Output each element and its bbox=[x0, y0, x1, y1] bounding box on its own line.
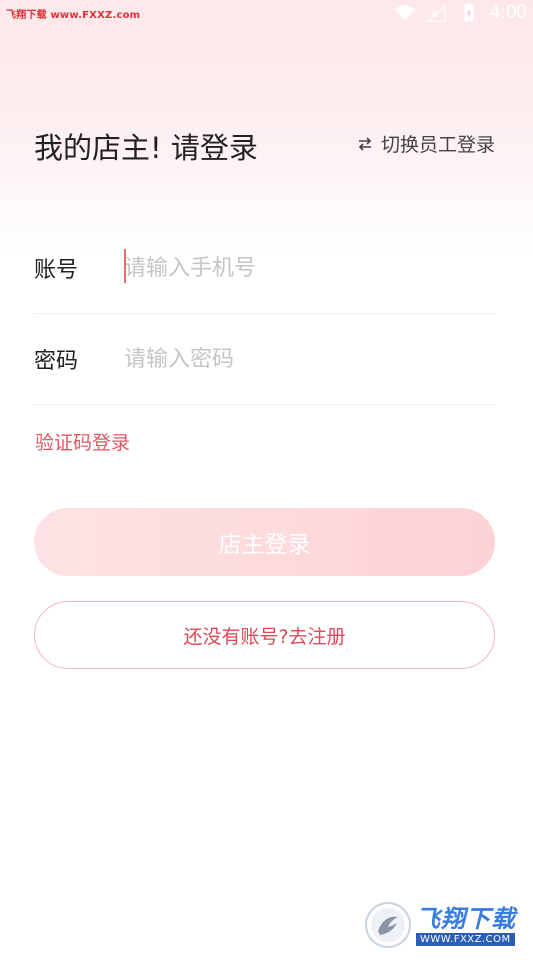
wifi-icon bbox=[394, 5, 416, 22]
password-row: 密码 bbox=[34, 314, 495, 405]
swap-arrows-icon bbox=[358, 136, 372, 151]
watermark-text: 飞翔下载 WWW.FXXZ.COM bbox=[416, 905, 516, 946]
watermark: 飞翔下载 WWW.FXXZ.COM bbox=[364, 898, 526, 952]
status-icons: 4:00 bbox=[394, 0, 527, 26]
switch-staff-login-button[interactable]: 切换员工登录 bbox=[357, 130, 495, 157]
switch-staff-login-label: 切换员工登录 bbox=[380, 134, 495, 156]
watermark-logo-icon bbox=[365, 902, 411, 948]
watermark-brand: 飞翔下载 bbox=[416, 904, 516, 933]
status-watermark-text: 飞翔下载 www.FXXZ.com bbox=[6, 10, 141, 21]
verification-code-login-link[interactable]: 验证码登录 bbox=[35, 428, 130, 455]
watermark-url: WWW.FXXZ.COM bbox=[416, 932, 515, 946]
text-caret bbox=[124, 249, 126, 283]
signal-icon bbox=[426, 3, 446, 22]
status-bar: 飞翔下载 www.FXXZ.com 4:00 bbox=[0, 0, 533, 26]
account-row: 账号 bbox=[34, 223, 495, 314]
password-input[interactable] bbox=[124, 339, 495, 379]
page-title: 我的店主! 请登录 bbox=[34, 131, 258, 165]
battery-icon bbox=[464, 3, 474, 22]
account-input[interactable] bbox=[124, 248, 495, 288]
register-button[interactable]: 还没有账号?去注册 bbox=[34, 601, 495, 669]
owner-login-button[interactable]: 店主登录 bbox=[34, 508, 495, 576]
password-label: 密码 bbox=[34, 349, 79, 374]
account-label: 账号 bbox=[34, 258, 79, 283]
status-time: 4:00 bbox=[490, 2, 527, 23]
